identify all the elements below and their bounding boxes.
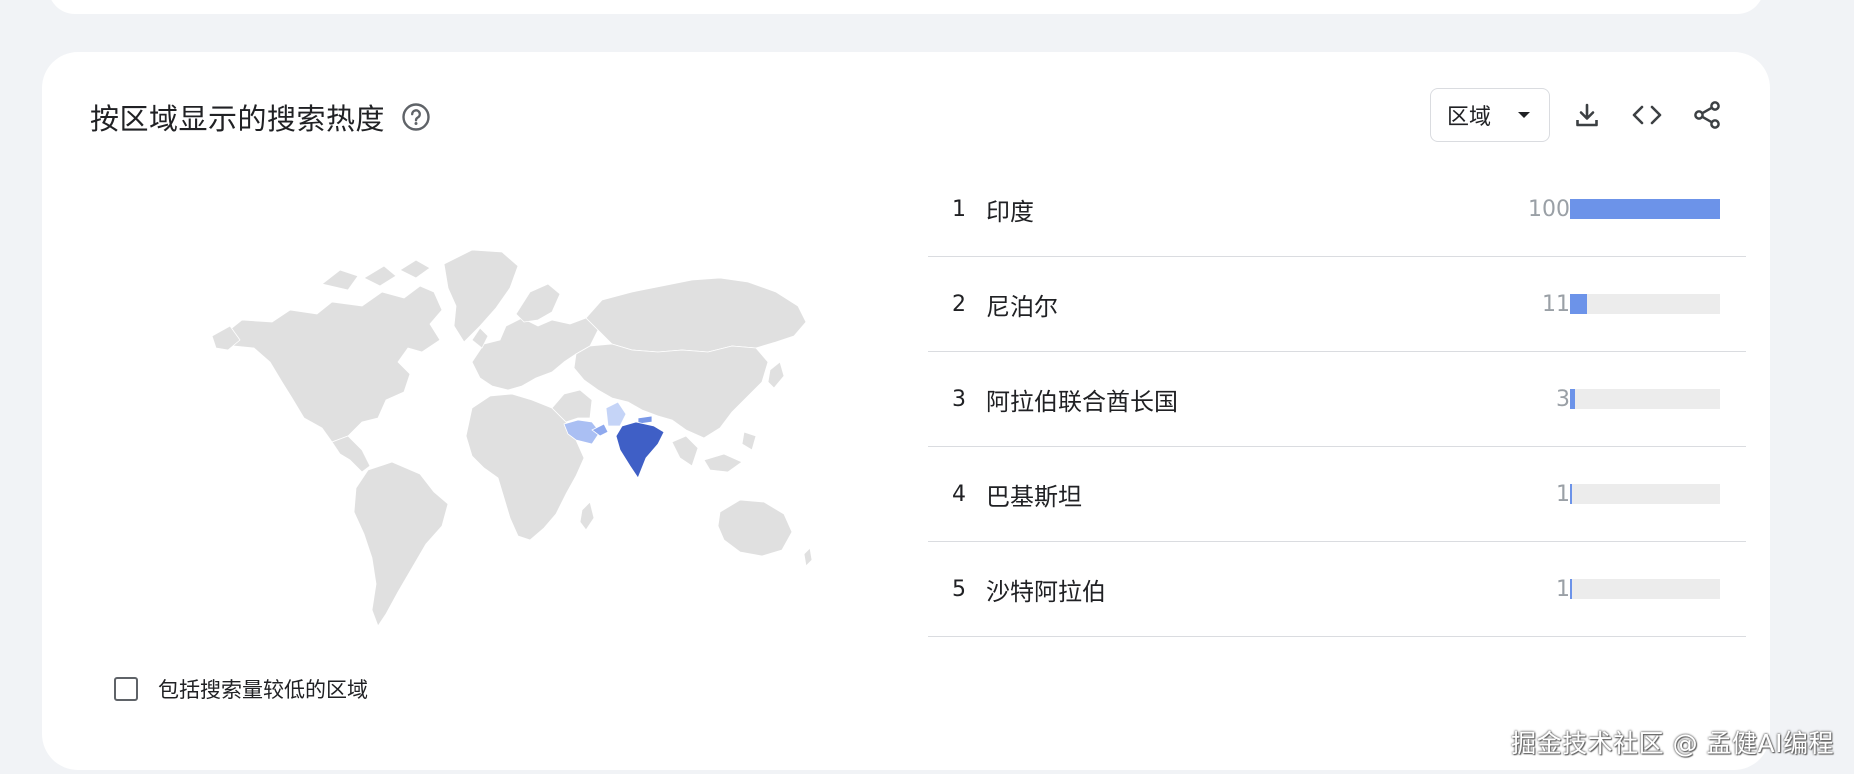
map-scandinavia[interactable]: [515, 283, 561, 323]
share-icon[interactable]: [1684, 92, 1730, 138]
region-bar-fill: [1570, 199, 1720, 219]
region-bar: [1570, 484, 1720, 504]
card-title: 按区域显示的搜索热度: [90, 102, 386, 136]
resolution-select[interactable]: 区域: [1430, 88, 1550, 142]
region-name: 阿拉伯联合酋长国: [986, 387, 1178, 416]
map-japan[interactable]: [767, 361, 785, 389]
region-value: 1: [1556, 576, 1570, 602]
region-value: 1: [1556, 481, 1570, 507]
include-low-volume-checkbox[interactable]: [114, 677, 138, 701]
region-interest-card: 按区域显示的搜索热度 区域 1 印度 100 2 尼泊尔 11 3 阿拉伯联合酋…: [42, 52, 1770, 770]
dropdown-arrow-icon: [1518, 112, 1530, 118]
include-low-volume-label: 包括搜索量较低的区域: [158, 678, 368, 702]
resolution-select-value: 区域: [1447, 105, 1492, 130]
region-value: 100: [1528, 196, 1570, 222]
region-name: 尼泊尔: [986, 292, 1058, 321]
region-rank: 1: [952, 196, 966, 222]
region-bar: [1570, 579, 1720, 599]
card-header: 按区域显示的搜索热度: [90, 94, 431, 140]
region-row[interactable]: 1 印度 100: [928, 162, 1746, 257]
region-rank: 5: [952, 576, 966, 602]
region-rank: 4: [952, 481, 966, 507]
region-bar: [1570, 199, 1720, 219]
region-bar-fill: [1570, 484, 1573, 504]
map-pakistan[interactable]: [605, 401, 627, 427]
region-value: 3: [1556, 386, 1570, 412]
region-row[interactable]: 4 巴基斯坦 1: [928, 447, 1746, 542]
region-name: 沙特阿拉伯: [986, 577, 1106, 606]
map-central-america[interactable]: [331, 435, 371, 473]
map-australia[interactable]: [717, 499, 793, 557]
region-row[interactable]: 3 阿拉伯联合酋长国 3: [928, 352, 1746, 447]
region-value: 11: [1542, 291, 1570, 317]
map-new-zealand[interactable]: [803, 547, 813, 567]
region-bar-fill: [1570, 389, 1575, 409]
help-circle-icon[interactable]: [401, 102, 431, 132]
world-map[interactable]: [172, 222, 832, 662]
map-madagascar[interactable]: [579, 501, 595, 531]
card-toolbar: 区域: [1430, 88, 1730, 142]
region-bar-fill: [1570, 294, 1587, 314]
map-arctic-islands[interactable]: [321, 259, 431, 291]
map-north-america[interactable]: [226, 285, 443, 443]
previous-card: [48, 0, 1764, 14]
region-bar: [1570, 294, 1720, 314]
region-name: 巴基斯坦: [986, 482, 1082, 511]
download-icon[interactable]: [1564, 92, 1610, 138]
region-rank: 3: [952, 386, 966, 412]
embed-code-icon[interactable]: [1624, 92, 1670, 138]
include-low-volume-option[interactable]: 包括搜索量较低的区域: [114, 674, 368, 704]
map-asia[interactable]: [573, 343, 769, 439]
map-india[interactable]: [615, 421, 665, 479]
region-bar: [1570, 389, 1720, 409]
watermark: 掘金技术社区 @ 孟健AI编程: [1511, 729, 1834, 758]
region-row[interactable]: 5 沙特阿拉伯 1: [928, 542, 1746, 637]
map-southeast-asia[interactable]: [671, 431, 757, 473]
region-rank: 2: [952, 291, 966, 317]
region-ranking-list: 1 印度 100 2 尼泊尔 11 3 阿拉伯联合酋长国 3 4 巴基斯坦 1 5 沙特阿拉伯 1: [928, 162, 1746, 637]
region-bar-fill: [1570, 579, 1573, 599]
region-row[interactable]: 2 尼泊尔 11: [928, 257, 1746, 352]
region-name: 印度: [986, 197, 1034, 226]
map-south-america[interactable]: [353, 461, 449, 627]
map-russia[interactable]: [585, 277, 807, 353]
